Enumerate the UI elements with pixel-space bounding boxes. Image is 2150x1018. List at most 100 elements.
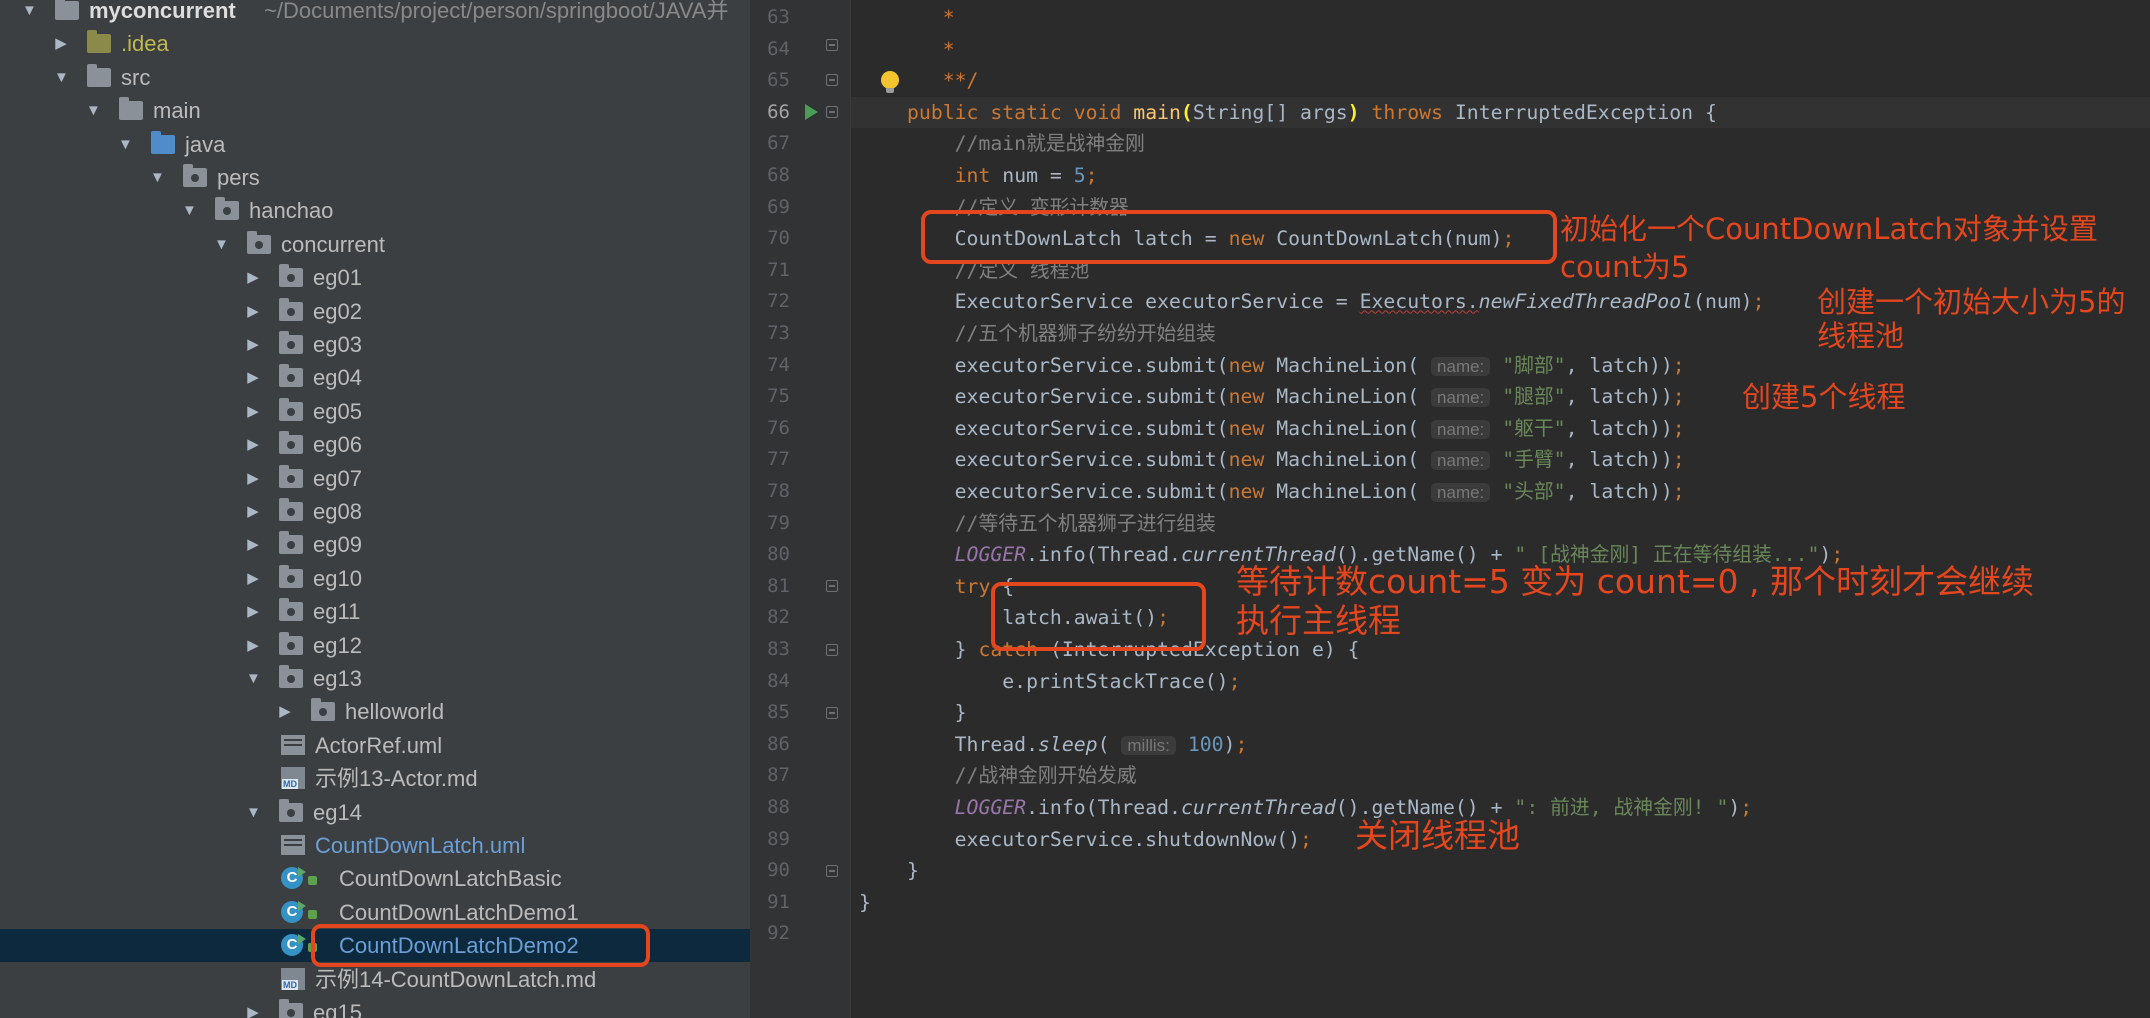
code-editor[interactable]: * * **/public static void main(String[] …	[851, 0, 2150, 1018]
package-icon	[279, 798, 303, 822]
tree-item-label: eg13	[313, 666, 362, 691]
tree-folder-item[interactable]: ▼ java	[0, 128, 750, 161]
package-icon	[279, 564, 303, 588]
tree-folder-item[interactable]: ▼ eg14	[0, 796, 750, 829]
tree-file-item[interactable]: CountDownLatch.uml	[0, 829, 750, 862]
code-line[interactable]: executorService.submit(new MachineLion( …	[907, 476, 1685, 508]
tree-folder-item[interactable]: ▼ src	[0, 61, 750, 94]
chevron-right-icon[interactable]: ▶	[246, 328, 260, 361]
tree-folder-item[interactable]: ▼ pers	[0, 161, 750, 194]
code-line[interactable]: executorService.shutdownNow();	[907, 824, 1312, 856]
chevron-right-icon[interactable]: ▶	[246, 462, 260, 495]
line-number: 90	[767, 859, 790, 882]
tree-file-item[interactable]: 示例14-CountDownLatch.md	[0, 963, 750, 996]
code-line[interactable]: //战神金刚开始发威	[907, 760, 1137, 792]
tree-folder-item[interactable]: ▼ hanchao	[0, 194, 750, 227]
line-number: 67	[767, 132, 790, 155]
tree-folder-item[interactable]: ▶ eg08	[0, 495, 750, 528]
tree-item-label: 示例14-CountDownLatch.md	[315, 966, 597, 992]
tree-folder-item[interactable]: ▼ main	[0, 94, 750, 127]
chevron-right-icon[interactable]: ▶	[54, 27, 68, 60]
chevron-right-icon[interactable]: ▶	[246, 528, 260, 561]
chevron-down-icon[interactable]: ▼	[54, 61, 69, 94]
tree-folder-item[interactable]: ▶ .idea	[0, 27, 750, 60]
tree-file-item[interactable]: C CountDownLatchBasic	[0, 862, 750, 895]
tree-folder-item[interactable]: ▶ eg11	[0, 595, 750, 628]
chevron-right-icon[interactable]: ▶	[246, 629, 260, 662]
code-line[interactable]: //五个机器狮子纷纷开始组装	[907, 318, 1216, 350]
fold-icon[interactable]	[826, 707, 838, 719]
run-main-icon[interactable]	[805, 104, 818, 120]
chevron-down-icon[interactable]: ▼	[86, 94, 101, 127]
code-line[interactable]: e.printStackTrace();	[907, 666, 1240, 698]
tree-folder-item[interactable]: ▼ eg13	[0, 662, 750, 695]
tree-folder-item[interactable]: ▶ eg15	[0, 996, 750, 1018]
tree-folder-item[interactable]: ▶ eg07	[0, 462, 750, 495]
code-line[interactable]: //main就是战神金刚	[907, 128, 1145, 160]
fold-icon[interactable]	[826, 644, 838, 656]
tree-item-label: CountDownLatchBasic	[339, 866, 562, 892]
tree-item-label: ActorRef.uml	[315, 732, 443, 758]
code-line[interactable]: executorService.submit(new MachineLion( …	[907, 350, 1685, 382]
chevron-right-icon[interactable]: ▶	[246, 562, 260, 595]
chevron-right-icon[interactable]: ▶	[246, 595, 260, 628]
code-line[interactable]: *	[907, 34, 955, 66]
tree-folder-item[interactable]: ▶ eg01	[0, 261, 750, 294]
tree-folder-item[interactable]: ▶ eg03	[0, 328, 750, 361]
tree-folder-item[interactable]: ▶ eg09	[0, 528, 750, 561]
code-line[interactable]: public static void main(String[] args) t…	[907, 97, 1717, 129]
intention-bulb-icon[interactable]	[881, 71, 899, 94]
chevron-right-icon[interactable]: ▶	[246, 495, 260, 528]
chevron-down-icon[interactable]: ▼	[118, 128, 133, 161]
code-line[interactable]: //等待五个机器狮子进行组装	[907, 508, 1216, 540]
chevron-down-icon[interactable]: ▼	[214, 228, 229, 261]
chevron-right-icon[interactable]: ▶	[278, 695, 292, 728]
chevron-down-icon[interactable]: ▼	[150, 161, 165, 194]
code-line[interactable]: Thread.sleep( millis: 100);	[907, 729, 1248, 761]
tree-folder-item[interactable]: ▼ concurrent	[0, 228, 750, 261]
chevron-down-icon[interactable]: ▼	[246, 796, 261, 829]
tree-folder-item[interactable]: ▼ myconcurrent ~/Documents/project/person/…	[0, 0, 750, 27]
tree-folder-item[interactable]: ▶ eg06	[0, 428, 750, 461]
chevron-right-icon[interactable]: ▶	[246, 361, 260, 394]
chevron-right-icon[interactable]: ▶	[246, 428, 260, 461]
tree-folder-item[interactable]: ▶ eg05	[0, 395, 750, 428]
code-line[interactable]: }	[907, 855, 919, 887]
code-line[interactable]: executorService.submit(new MachineLion( …	[907, 413, 1685, 445]
package-icon	[183, 164, 207, 187]
code-line[interactable]: int num = 5;	[907, 160, 1098, 192]
code-line[interactable]: }	[907, 697, 967, 729]
tree-folder-item[interactable]: ▶ eg04	[0, 361, 750, 394]
code-line[interactable]: *	[907, 2, 955, 34]
fold-icon[interactable]	[826, 106, 838, 118]
tree-item-label: pers	[217, 165, 260, 190]
code-line[interactable]: executorService.submit(new MachineLion( …	[907, 381, 1685, 413]
annotation-await-2: 执行主线程	[1236, 601, 1401, 640]
fold-icon[interactable]	[826, 39, 838, 51]
tree-folder-item[interactable]: ▶ helloworld	[0, 695, 750, 728]
tree-item-label: 示例13-Actor.md	[315, 766, 478, 792]
line-number: 71	[767, 258, 790, 281]
annotation-create-threads: 创建5个线程	[1742, 380, 1906, 414]
fold-icon[interactable]	[826, 580, 838, 592]
tree-folder-item[interactable]: ▶ eg10	[0, 562, 750, 595]
code-line[interactable]: executorService.submit(new MachineLion( …	[907, 444, 1685, 476]
chevron-down-icon[interactable]: ▼	[182, 194, 197, 227]
tree-file-item[interactable]: 示例13-Actor.md	[0, 762, 750, 795]
tree-item-label: eg03	[313, 332, 362, 357]
tree-file-item[interactable]: ActorRef.uml	[0, 729, 750, 762]
chevron-right-icon[interactable]: ▶	[246, 261, 260, 294]
code-line[interactable]: ExecutorService executorService = Execut…	[907, 286, 1765, 318]
chevron-right-icon[interactable]: ▶	[246, 295, 260, 328]
chevron-right-icon[interactable]: ▶	[246, 996, 260, 1018]
line-number: 64	[767, 37, 790, 60]
chevron-down-icon[interactable]: ▼	[246, 662, 261, 695]
code-line[interactable]: LOGGER.info(Thread.currentThread().getNa…	[907, 792, 1753, 824]
chevron-down-icon[interactable]: ▼	[22, 0, 37, 27]
code-line[interactable]: **/	[907, 65, 979, 97]
tree-folder-item[interactable]: ▶ eg02	[0, 295, 750, 328]
chevron-right-icon[interactable]: ▶	[246, 395, 260, 428]
fold-icon[interactable]	[826, 74, 838, 86]
tree-folder-item[interactable]: ▶ eg12	[0, 629, 750, 662]
fold-icon[interactable]	[826, 865, 838, 877]
